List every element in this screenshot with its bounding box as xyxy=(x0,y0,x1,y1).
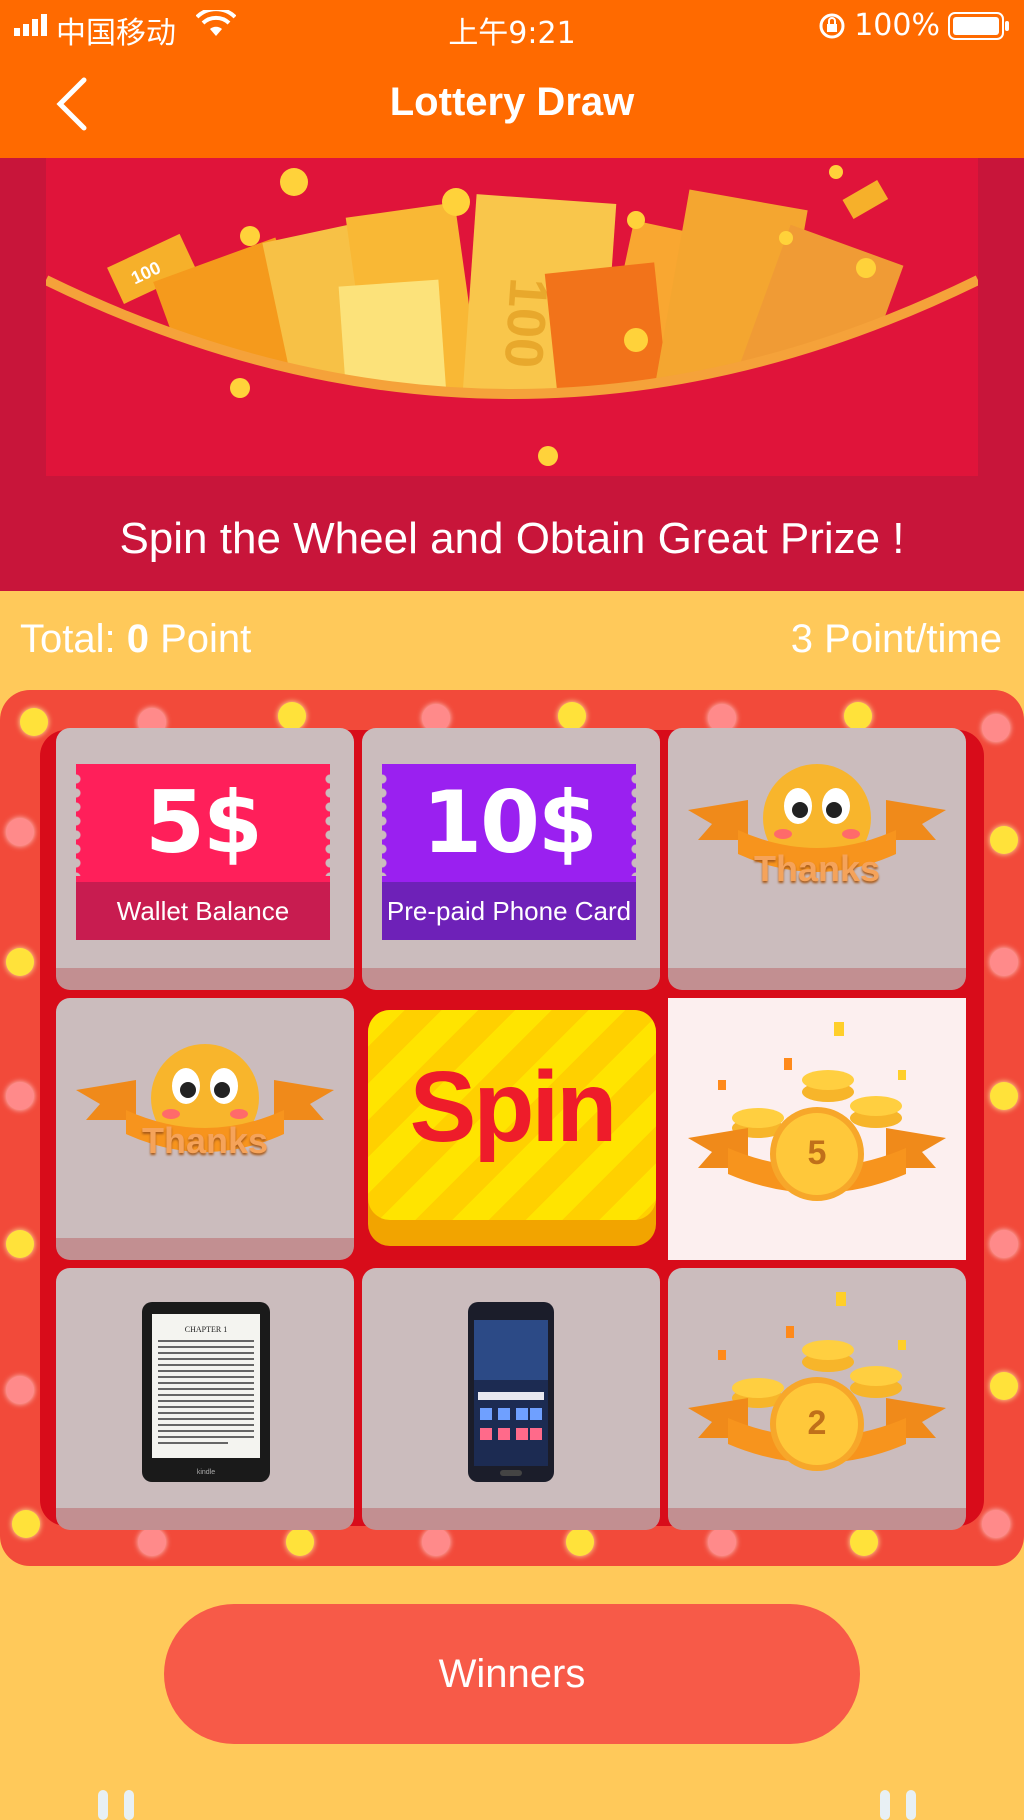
board-light xyxy=(990,826,1018,854)
svg-text:kindle: kindle xyxy=(197,1469,215,1476)
board-light xyxy=(990,1230,1018,1258)
board-light xyxy=(990,948,1018,976)
board-light xyxy=(286,1528,314,1556)
prize-thanks-1[interactable]: Thanks xyxy=(668,728,966,990)
thanks-label: Thanks xyxy=(141,1120,269,1161)
prize-coins-5[interactable]: 5 xyxy=(668,998,966,1260)
orientation-lock-icon xyxy=(819,13,845,39)
battery-icon xyxy=(948,12,1009,40)
kindle-ereader-image: CHAPTER 1 kindle xyxy=(142,1302,270,1482)
spin-button[interactable]: Spin xyxy=(368,1010,656,1246)
tickets-illustration: 100 100 xyxy=(46,165,978,476)
board-light xyxy=(6,1230,34,1258)
board-light xyxy=(6,1082,34,1110)
thanks-label: Thanks xyxy=(753,848,881,889)
banner: 100 100 Spin the Wheel and Obtain Great … xyxy=(0,158,1024,591)
board-light xyxy=(278,702,306,730)
board-light xyxy=(982,1510,1010,1538)
total-points-value: 0 xyxy=(126,617,149,661)
wallet-amount: 5$ xyxy=(76,764,330,882)
board-light xyxy=(138,1528,166,1556)
prize-wallet-balance[interactable]: 5$ Wallet Balance xyxy=(56,728,354,990)
board-light xyxy=(990,1082,1018,1110)
page-title: Lottery Draw xyxy=(389,80,635,124)
prize-kindle[interactable]: CHAPTER 1 kindle xyxy=(56,1268,354,1530)
svg-text:CHAPTER 1: CHAPTER 1 xyxy=(185,1325,227,1334)
nav-bar: Lottery Draw xyxy=(0,50,1024,158)
board-light xyxy=(982,714,1010,742)
battery-percent: 100% xyxy=(854,8,940,43)
cost-per-spin: 3 Point/time xyxy=(790,617,1002,661)
phone-card-ticket: 10$ Pre-paid Phone Card xyxy=(382,764,636,940)
board-light xyxy=(990,1372,1018,1400)
phone-card-label: Pre-paid Phone Card xyxy=(382,882,636,940)
total-points-suffix: Point xyxy=(160,617,252,661)
total-points-prefix: Total: xyxy=(20,617,116,661)
spin-label: Spin xyxy=(409,1051,618,1163)
wallet-label: Wallet Balance xyxy=(76,882,330,940)
banner-tagline: Spin the Wheel and Obtain Great Prize ! xyxy=(119,514,905,563)
winners-button[interactable]: Winners xyxy=(164,1604,860,1744)
prize-thanks-2[interactable]: Thanks xyxy=(56,998,354,1260)
board-light xyxy=(6,818,34,846)
board-light xyxy=(6,948,34,976)
banner-image: 100 100 xyxy=(46,158,978,476)
sad-face-icon xyxy=(76,1044,334,1152)
gold-coins-icon xyxy=(688,1022,946,1201)
status-bar: 中国移动 上午9:21 100% xyxy=(0,0,1024,51)
coins-2-value: 2 xyxy=(807,1404,827,1442)
board-light xyxy=(12,1510,40,1538)
phone-card-amount: 10$ xyxy=(382,764,636,882)
board-light xyxy=(708,1528,736,1556)
board-light xyxy=(850,1528,878,1556)
board-light xyxy=(422,1528,450,1556)
prize-coins-2[interactable]: 2 xyxy=(668,1268,966,1530)
smartphone-image xyxy=(468,1302,554,1482)
total-points: Total: 0 Point xyxy=(20,617,251,662)
coins-5-value: 5 xyxy=(807,1134,827,1172)
board-light xyxy=(20,708,48,736)
board-light xyxy=(566,1528,594,1556)
board-light xyxy=(558,702,586,730)
gold-coins-icon xyxy=(688,1292,946,1471)
prize-phone-card[interactable]: 10$ Pre-paid Phone Card xyxy=(362,728,660,990)
hanger-decoration xyxy=(880,1790,916,1820)
board-light xyxy=(6,1376,34,1404)
prize-smartphone[interactable] xyxy=(362,1268,660,1530)
board-light xyxy=(844,702,872,730)
hanger-decoration xyxy=(98,1790,134,1820)
wallet-ticket: 5$ Wallet Balance xyxy=(76,764,330,940)
